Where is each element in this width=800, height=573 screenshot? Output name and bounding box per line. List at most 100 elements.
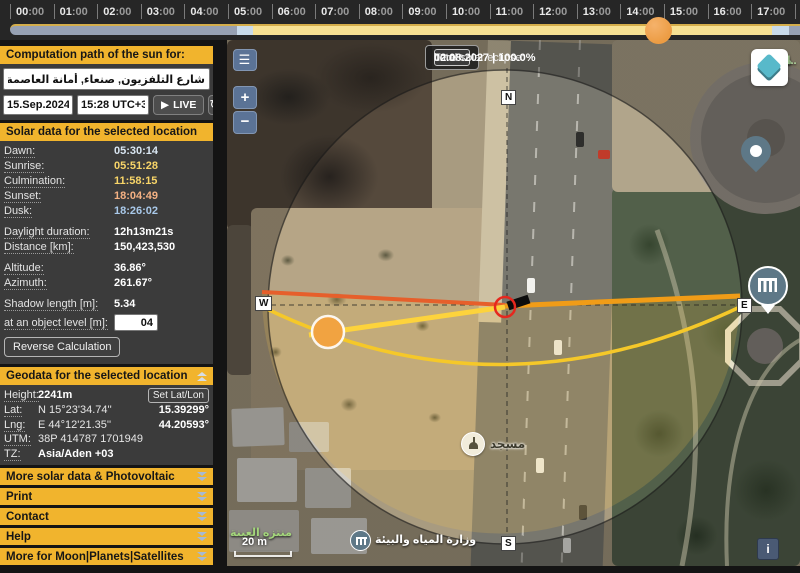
dawn-twilight-segment bbox=[237, 24, 253, 35]
mosque-poi-icon[interactable] bbox=[461, 432, 485, 456]
ministry-label: وزارة المياه والبيئة bbox=[375, 533, 476, 546]
timeline-hours: 00:0001:0002:0003:0004:0005:0006:0007:00… bbox=[0, 0, 800, 24]
eclipse-value: 02.08.2027 | 100.0% bbox=[434, 52, 536, 64]
solar-data-header: Solar data for the selected location bbox=[0, 123, 213, 141]
hour-label: 13:00 bbox=[577, 0, 621, 24]
hour-label: 03:00 bbox=[141, 0, 185, 24]
geodata-section: Geodata for the selected location Height… bbox=[0, 367, 213, 465]
live-button[interactable]: ▶ LIVE bbox=[153, 95, 204, 115]
solar-row: Culmination:11:58:15 bbox=[4, 174, 209, 189]
hour-label: 07:00 bbox=[315, 0, 359, 24]
hour-label: 12:00 bbox=[533, 0, 577, 24]
accordion-label: Contact bbox=[6, 511, 49, 523]
sidebar: Computation path of the sun for: ▶ LIVE … bbox=[0, 40, 213, 573]
geodata-rows: Height: 2241m Set Lat/Lon Lat: N 15°23'3… bbox=[0, 385, 213, 465]
computation-header-label: Computation path of the sun for: bbox=[6, 49, 185, 61]
expand-icon bbox=[197, 492, 207, 501]
hour-label: 17:00 bbox=[751, 0, 795, 24]
north-label: N bbox=[501, 90, 516, 105]
time-slider-handle[interactable] bbox=[645, 17, 672, 44]
content-row: Computation path of the sun for: ▶ LIVE … bbox=[0, 40, 800, 573]
solar-row: Sunset:18:04:49 bbox=[4, 189, 209, 204]
object-level-input[interactable] bbox=[114, 314, 158, 331]
play-icon: ▶ bbox=[161, 99, 169, 111]
solar-row: Distance [km]:150,423,530 bbox=[4, 240, 209, 255]
accordion-more-for-moon-planets-satellites[interactable]: More for Moon|Planets|Satellites bbox=[0, 548, 213, 565]
layers-icon bbox=[756, 53, 781, 78]
hour-label: 16:00 bbox=[708, 0, 752, 24]
refresh-button[interactable]: ↻ bbox=[208, 95, 213, 115]
hour-label: 15:00 bbox=[664, 0, 708, 24]
height-row: Height: 2241m Set Lat/Lon bbox=[4, 388, 209, 403]
eclipse-banner: here Total solar eclipse: 02.08.2027 | 1… bbox=[425, 45, 479, 70]
accordion-print[interactable]: Print bbox=[0, 488, 213, 505]
lng-dms: E 44°12'21.35'' bbox=[38, 418, 159, 433]
address-input[interactable] bbox=[3, 68, 210, 90]
utm-value: 38P 414787 1701949 bbox=[38, 432, 209, 447]
accordion-contact[interactable]: Contact bbox=[0, 508, 213, 525]
solar-row: Dawn:05:30:14 bbox=[4, 144, 209, 159]
hour-label: 05:00 bbox=[228, 0, 272, 24]
park-path bbox=[726, 340, 800, 566]
date-input[interactable] bbox=[3, 95, 73, 115]
lng-label: Lng: bbox=[4, 418, 38, 433]
geodata-header-label: Geodata for the selected location bbox=[6, 370, 187, 382]
map-menu-button[interactable]: ☰ bbox=[233, 49, 257, 71]
refresh-icon: ↻ bbox=[209, 97, 213, 112]
west-label: W bbox=[255, 296, 272, 311]
time-input[interactable] bbox=[77, 95, 149, 115]
solar-data-header-label: Solar data for the selected location bbox=[6, 126, 197, 138]
accordion-label: Help bbox=[6, 531, 31, 543]
suncalc-page: 00:0001:0002:0003:0004:0005:0006:0007:00… bbox=[0, 0, 800, 573]
utm-label: UTM: bbox=[4, 432, 38, 447]
computation-header: Computation path of the sun for: bbox=[0, 46, 213, 64]
solar-data-section: Solar data for the selected location Daw… bbox=[0, 123, 213, 364]
hour-label: 08:00 bbox=[359, 0, 403, 24]
hour-label: 09:00 bbox=[402, 0, 446, 24]
solar-row: Daylight duration:12h13m21s bbox=[4, 225, 209, 240]
south-label: S bbox=[501, 536, 516, 551]
zoom-in-button[interactable]: + bbox=[233, 86, 257, 109]
mosque-label: مسجد bbox=[490, 437, 525, 451]
collapse-icon[interactable] bbox=[197, 372, 207, 381]
expand-icon bbox=[197, 532, 207, 541]
expand-icon bbox=[197, 512, 207, 521]
accordion-help[interactable]: Help bbox=[0, 528, 213, 545]
accordion-more-solar-data-photovoltaic[interactable]: More solar data & Photovoltaic bbox=[0, 468, 213, 485]
reverse-calculation-button[interactable]: Reverse Calculation bbox=[4, 337, 120, 357]
east-label: E bbox=[737, 298, 752, 313]
solar-row: Altitude:36.86° bbox=[4, 261, 209, 276]
zoom-out-button[interactable]: − bbox=[233, 111, 257, 134]
lat-label: Lat: bbox=[4, 403, 38, 418]
set-latlon-button[interactable]: Set Lat/Lon bbox=[148, 388, 209, 403]
lat-row: Lat: N 15°23'34.74'' 15.39299° bbox=[4, 403, 209, 418]
map-layers-button[interactable] bbox=[751, 49, 788, 86]
hour-label: 01:00 bbox=[54, 0, 98, 24]
solar-row: Sunrise:05:51:28 bbox=[4, 159, 209, 174]
utm-row: UTM: 38P 414787 1701949 bbox=[4, 432, 209, 447]
accordion-label: More solar data & Photovoltaic bbox=[6, 471, 175, 483]
tz-row: TZ: Asia/Aden +03 bbox=[4, 447, 209, 462]
museum-poi-pin[interactable] bbox=[748, 266, 788, 306]
lng-row: Lng: E 44°12'21.35'' 44.20593° bbox=[4, 418, 209, 433]
height-label: Height: bbox=[4, 388, 38, 403]
solar-row: Shadow length [m]:5.34 bbox=[4, 297, 209, 312]
computation-section: Computation path of the sun for: ▶ LIVE … bbox=[0, 46, 213, 120]
geodata-header[interactable]: Geodata for the selected location bbox=[0, 367, 213, 385]
ministry-poi-icon[interactable] bbox=[350, 530, 371, 551]
daylight-segment bbox=[253, 24, 772, 35]
map-canvas[interactable]: N S W E here Total solar eclipse: 02.08.… bbox=[227, 40, 800, 566]
day-progress-bar[interactable] bbox=[0, 24, 800, 35]
hour-label: 02:00 bbox=[97, 0, 141, 24]
accordion-list: More solar data & Photovoltaic Print Conta… bbox=[0, 468, 213, 565]
night-segment bbox=[10, 24, 237, 35]
object-level-label: at an object level [m]: bbox=[4, 317, 114, 329]
sun-marker[interactable] bbox=[312, 316, 344, 348]
hour-label: 00:00 bbox=[10, 0, 54, 24]
info-button[interactable]: i bbox=[757, 538, 779, 560]
expand-icon bbox=[197, 472, 207, 481]
hour-label: 11:00 bbox=[490, 0, 534, 24]
hour-label: 04:00 bbox=[184, 0, 228, 24]
solar-rows: Dawn:05:30:14Sunrise:05:51:28Culmination… bbox=[0, 141, 213, 312]
dusk-twilight-segment bbox=[772, 24, 789, 35]
